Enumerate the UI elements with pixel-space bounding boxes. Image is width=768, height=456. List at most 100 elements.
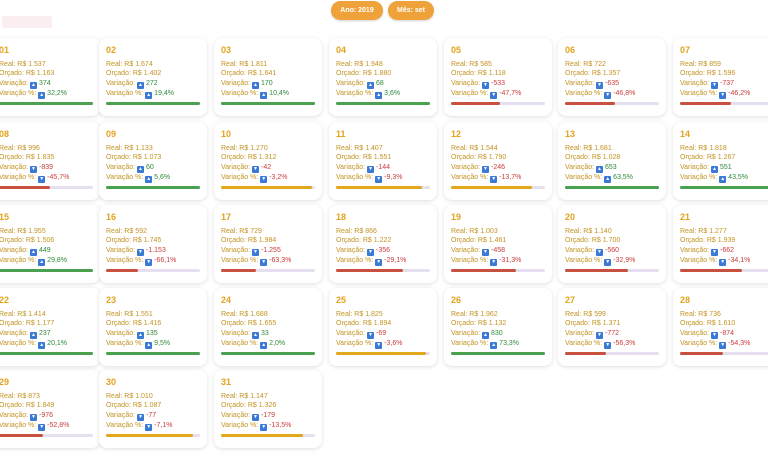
variation-line: Variação: ▼ -1.153	[106, 246, 166, 256]
day-card-21[interactable]: 21 Real: R$ 1.277 Orçado: R$ 1.939 Varia…	[673, 205, 768, 283]
variation-line: Variação: ▲ 237	[0, 329, 51, 339]
day-card-30[interactable]: 30 Real: R$ 1.010 Orçado: R$ 1.087 Varia…	[99, 370, 207, 448]
day-card-16[interactable]: 16 Real: R$ 592 Orçado: R$ 1.745 Variaçã…	[99, 205, 207, 283]
variation-label: Variação:	[336, 80, 367, 87]
real-label: Real:	[336, 145, 355, 152]
real-label: Real:	[0, 393, 18, 400]
real-value: R$ 1.811	[239, 61, 268, 68]
real-value: R$ 1.544	[469, 145, 498, 152]
variation-pct-value: 9,5%	[154, 340, 171, 347]
variation-pct-line: Variação %: ▲ 2,0%	[221, 339, 285, 349]
budget-value: R$ 1.506	[25, 237, 55, 244]
progress-track	[680, 269, 768, 272]
real-label: Real:	[221, 311, 240, 318]
arrow-up-icon: ▲	[375, 92, 383, 99]
arrow-up-icon: ▲	[260, 92, 268, 99]
day-card-24[interactable]: 24 Real: R$ 1.688 Orçado: R$ 1.655 Varia…	[214, 288, 322, 366]
day-card-19[interactable]: 19 Real: R$ 1.003 Orçado: R$ 1.461 Varia…	[444, 205, 552, 283]
arrow-down-icon: ▼	[145, 424, 153, 431]
day-card-20[interactable]: 20 Real: R$ 1.140 Orçado: R$ 1.700 Varia…	[558, 205, 666, 283]
progress-track	[106, 186, 200, 189]
day-card-12[interactable]: 12 Real: R$ 1.544 Orçado: R$ 1.790 Varia…	[444, 122, 552, 200]
day-card-01[interactable]: 01 Real: R$ 1.537 Orçado: R$ 1.163 Varia…	[0, 38, 100, 116]
variation-line: Variação: ▲ 653	[565, 163, 617, 173]
arrow-down-icon: ▼	[596, 332, 603, 339]
day-card-15[interactable]: 15 Real: R$ 1.955 Orçado: R$ 1.506 Varia…	[0, 205, 100, 283]
budget-line: Orçado: R$ 1.506	[0, 236, 54, 245]
variation-label: Variação:	[221, 412, 252, 419]
arrow-down-icon: ▼	[490, 92, 498, 99]
real-line: Real: R$ 1.537	[0, 60, 46, 69]
day-card-29[interactable]: 29 Real: R$ 873 Orçado: R$ 1.849 Variaçã…	[0, 370, 100, 448]
real-value: R$ 1.551	[124, 311, 153, 318]
variation-pct-label: Variação %:	[336, 90, 376, 97]
progress-fill	[221, 269, 256, 272]
arrow-up-icon: ▲	[252, 332, 259, 339]
variation-value: -42	[261, 164, 272, 171]
day-card-23[interactable]: 23 Real: R$ 1.551 Orçado: R$ 1.416 Varia…	[99, 288, 207, 366]
arrow-down-icon: ▼	[260, 176, 268, 183]
budget-value: R$ 1.700	[591, 237, 621, 244]
day-card-27[interactable]: 27 Real: R$ 599 Orçado: R$ 1.371 Variaçã…	[558, 288, 666, 366]
progress-track	[221, 434, 315, 437]
day-card-09[interactable]: 09 Real: R$ 1.133 Orçado: R$ 1.073 Varia…	[99, 122, 207, 200]
real-value: R$ 736	[698, 311, 721, 318]
variation-line: Variação: ▼ -356	[336, 246, 390, 256]
day-card-17[interactable]: 17 Real: R$ 729 Orçado: R$ 1.984 Variaçã…	[214, 205, 322, 283]
day-card-13[interactable]: 13 Real: R$ 1.681 Orçado: R$ 1.028 Varia…	[558, 122, 666, 200]
day-number: 18	[336, 212, 347, 222]
budget-line: Orçado: R$ 1.939	[680, 236, 735, 245]
day-card-14[interactable]: 14 Real: R$ 1.818 Orçado: R$ 1.267 Varia…	[673, 122, 768, 200]
day-card-22[interactable]: 22 Real: R$ 1.414 Orçado: R$ 1.177 Varia…	[0, 288, 100, 366]
real-value: R$ 1.948	[354, 61, 383, 68]
real-value: R$ 1.825	[354, 311, 383, 318]
day-card-07[interactable]: 07 Real: R$ 859 Orçado: R$ 1.596 Variaçã…	[673, 38, 768, 116]
real-line: Real: R$ 1.544	[451, 144, 498, 153]
day-card-25[interactable]: 25 Real: R$ 1.825 Orçado: R$ 1.894 Varia…	[329, 288, 437, 366]
budget-label: Orçado:	[680, 237, 707, 244]
budget-label: Orçado:	[451, 237, 478, 244]
budget-label: Orçado:	[106, 237, 133, 244]
year-filter-button[interactable]: Ano: 2019	[331, 1, 383, 20]
day-card-06[interactable]: 06 Real: R$ 722 Orçado: R$ 1.357 Variaçã…	[558, 38, 666, 116]
budget-value: R$ 1.177	[25, 320, 55, 327]
real-line: Real: R$ 592	[106, 227, 147, 236]
progress-track	[106, 269, 200, 272]
variation-label: Variação:	[680, 80, 711, 87]
budget-line: Orçado: R$ 1.132	[451, 319, 506, 328]
variation-pct-value: -32,9%	[613, 257, 636, 264]
budget-value: R$ 1.461	[477, 237, 507, 244]
budget-value: R$ 1.849	[25, 402, 55, 409]
budget-line: Orçado: R$ 1.655	[221, 319, 276, 328]
budget-label: Orçado:	[565, 70, 592, 77]
variation-line: Variação: ▲ 135	[106, 329, 158, 339]
progress-track	[221, 269, 315, 272]
real-label: Real:	[106, 145, 125, 152]
day-card-08[interactable]: 08 Real: R$ 996 Orçado: R$ 1.835 Variaçã…	[0, 122, 100, 200]
budget-label: Orçado:	[680, 70, 707, 77]
day-card-18[interactable]: 18 Real: R$ 866 Orçado: R$ 1.222 Variaçã…	[329, 205, 437, 283]
variation-label: Variação:	[0, 247, 30, 254]
day-card-02[interactable]: 02 Real: R$ 1.674 Orçado: R$ 1.402 Varia…	[99, 38, 207, 116]
progress-fill	[106, 269, 138, 272]
variation-pct-value: -3,6%	[384, 340, 403, 347]
day-number: 20	[565, 212, 576, 222]
day-card-04[interactable]: 04 Real: R$ 1.948 Orçado: R$ 1.880 Varia…	[329, 38, 437, 116]
day-card-28[interactable]: 28 Real: R$ 736 Orçado: R$ 1.610 Variaçã…	[673, 288, 768, 366]
day-card-03[interactable]: 03 Real: R$ 1.811 Orçado: R$ 1.641 Varia…	[214, 38, 322, 116]
budget-value: R$ 1.551	[362, 154, 392, 161]
budget-value: R$ 1.880	[362, 70, 392, 77]
budget-label: Orçado:	[221, 402, 248, 409]
day-card-11[interactable]: 11 Real: R$ 1.407 Orçado: R$ 1.551 Varia…	[329, 122, 437, 200]
day-card-31[interactable]: 31 Real: R$ 1.147 Orçado: R$ 1.326 Varia…	[214, 370, 322, 448]
day-card-26[interactable]: 26 Real: R$ 1.962 Orçado: R$ 1.132 Varia…	[444, 288, 552, 366]
variation-label: Variação:	[0, 330, 30, 337]
real-label: Real:	[106, 311, 125, 318]
day-card-05[interactable]: 05 Real: R$ 585 Orçado: R$ 1.118 Variaçã…	[444, 38, 552, 116]
variation-pct-label: Variação %:	[106, 90, 146, 97]
progress-fill	[336, 352, 426, 355]
arrow-down-icon: ▼	[490, 259, 498, 266]
month-filter-button[interactable]: Mês: set	[388, 1, 434, 20]
day-card-10[interactable]: 10 Real: R$ 1.270 Orçado: R$ 1.312 Varia…	[214, 122, 322, 200]
budget-value: R$ 1.402	[132, 70, 162, 77]
